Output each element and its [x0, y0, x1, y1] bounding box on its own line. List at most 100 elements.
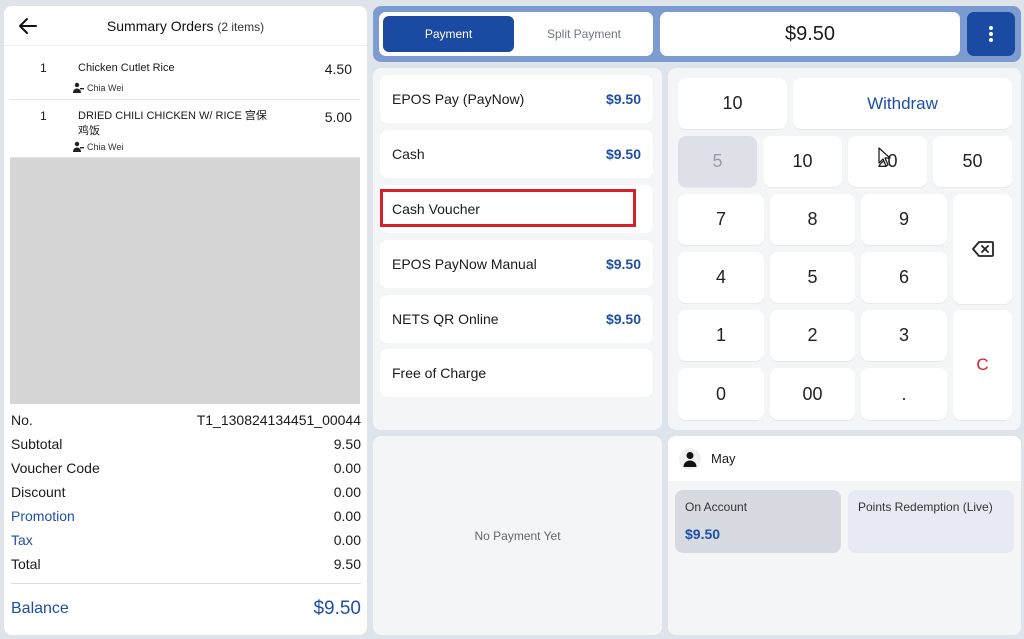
customer-panel: May On Account $9.50 Points Redemption (… — [668, 436, 1021, 635]
row-order-no: No. T1_130824134451_00044 — [11, 408, 361, 432]
row-label: Total — [11, 556, 41, 572]
row-label: No. — [11, 412, 33, 428]
row-voucher-code: Voucher Code 0.00 — [11, 456, 361, 480]
row-value: 9.50 — [333, 556, 361, 572]
summary-totals: No. T1_130824134451_00044 Subtotal 9.50 Vo… — [11, 408, 361, 634]
method-label: EPOS Pay (PayNow) — [392, 91, 525, 107]
row-label: Subtotal — [11, 436, 63, 452]
quick-amount-10b-button[interactable]: 10 — [763, 136, 842, 187]
row-total: Total 9.50 — [11, 552, 361, 576]
method-amount: $9.50 — [605, 256, 641, 272]
key-6[interactable]: 6 — [861, 252, 947, 303]
balance-row: Balance $9.50 — [11, 584, 361, 634]
payment-methods-panel: EPOS Pay (PayNow) $9.50 Cash $9.50 Cash Vo… — [373, 68, 662, 430]
quick-amount-10-button[interactable]: 10 — [678, 78, 787, 129]
withdraw-button[interactable]: Withdraw — [793, 78, 1012, 129]
no-payment-text: No Payment Yet — [474, 528, 561, 543]
key-4[interactable]: 4 — [678, 252, 764, 303]
waiter-icon — [73, 82, 84, 93]
method-epos-pay-paynow[interactable]: EPOS Pay (PayNow) $9.50 — [380, 75, 653, 123]
tab-split-payment[interactable]: Split Payment — [519, 16, 649, 52]
method-nets-qr-online[interactable]: NETS QR Online $9.50 — [380, 295, 653, 343]
tab-payment[interactable]: Payment — [383, 16, 514, 52]
row-subtotal: Subtotal 9.50 — [11, 432, 361, 456]
row-label: Discount — [11, 484, 66, 500]
tax-link[interactable]: Tax — [11, 532, 33, 548]
payment-mode-toggle: Payment Split Payment — [379, 12, 653, 56]
row-value: 0.00 — [333, 508, 361, 524]
points-redemption-card[interactable]: Points Redemption (Live) — [848, 490, 1014, 553]
method-label: NETS QR Online — [392, 311, 499, 327]
on-account-card[interactable]: On Account $9.50 — [675, 490, 841, 553]
payments-list-panel: No Payment Yet — [373, 436, 662, 635]
method-amount: $9.50 — [605, 311, 641, 327]
order-list: 1 Chicken Cutlet Rice 4.50 Chia Wei 1 DR… — [10, 52, 360, 404]
balance-label: Balance — [11, 600, 69, 617]
balance-value: $9.50 — [313, 598, 361, 619]
method-label: Cash Voucher — [392, 201, 480, 217]
order-name: Chicken Cutlet Rice — [78, 62, 175, 74]
order-name: DRIED CHILI CHICKEN W/ RICE 宫保鸡饭 — [78, 110, 267, 137]
method-free-of-charge[interactable]: Free of Charge — [380, 349, 653, 397]
order-waiter-name: Chia Wei — [87, 141, 124, 152]
more-menu-button[interactable] — [967, 12, 1015, 56]
on-account-label: On Account — [685, 500, 748, 514]
order-price: 5.00 — [324, 109, 352, 125]
method-label: EPOS PayNow Manual — [392, 256, 537, 272]
customer-header[interactable]: May — [668, 436, 1021, 481]
summary-title: Summary Orders (2 items) — [4, 18, 367, 34]
on-account-value: $9.50 — [685, 526, 721, 542]
payment-topbar: Payment Split Payment $9.50 — [373, 6, 1021, 62]
points-redemption-label: Points Redemption (Live) — [858, 500, 993, 514]
quick-amount-20-button[interactable]: 20 — [848, 136, 927, 187]
customer-name: May — [711, 451, 736, 466]
key-00[interactable]: 00 — [770, 368, 855, 420]
summary-item-count: (2 items) — [217, 19, 265, 34]
row-value: 0.00 — [333, 484, 361, 500]
row-value: 0.00 — [333, 460, 361, 476]
method-amount: $9.50 — [605, 146, 641, 162]
method-label: Cash — [392, 146, 425, 162]
order-item[interactable]: 1 DRIED CHILI CHICKEN W/ RICE 宫保鸡饭 5.00 … — [10, 100, 360, 158]
order-waiter: Chia Wei — [72, 141, 123, 152]
key-2[interactable]: 2 — [770, 310, 855, 361]
user-icon — [683, 451, 697, 467]
key-0[interactable]: 0 — [678, 368, 764, 420]
quick-amount-5-button[interactable]: 5 — [678, 136, 757, 187]
back-button[interactable] — [16, 14, 40, 38]
order-waiter-name: Chia Wei — [87, 82, 124, 93]
key-1[interactable]: 1 — [678, 310, 764, 361]
method-amount: $9.50 — [605, 91, 641, 107]
clear-button[interactable]: C — [953, 310, 1012, 420]
avatar — [679, 447, 701, 470]
key-5[interactable]: 5 — [770, 252, 855, 303]
waiter-icon — [73, 141, 84, 152]
promotion-link[interactable]: Promotion — [11, 508, 75, 524]
order-waiter: Chia Wei — [72, 82, 123, 93]
row-value: T1_130824134451_00044 — [196, 412, 361, 428]
key-9[interactable]: 9 — [861, 194, 947, 245]
row-value: 9.50 — [333, 436, 361, 452]
backspace-icon — [971, 241, 994, 257]
method-epos-paynow-manual[interactable]: EPOS PayNow Manual $9.50 — [380, 240, 653, 288]
order-item[interactable]: 1 Chicken Cutlet Rice 4.50 Chia Wei — [10, 52, 360, 100]
key-7[interactable]: 7 — [678, 194, 764, 245]
row-value: 0.00 — [333, 532, 361, 548]
payment-amount-display[interactable]: $9.50 — [660, 12, 960, 56]
key-8[interactable]: 8 — [770, 194, 855, 245]
order-price: 4.50 — [324, 61, 352, 77]
row-tax[interactable]: Tax 0.00 — [11, 528, 361, 552]
backspace-button[interactable] — [953, 194, 1012, 304]
row-label: Voucher Code — [11, 460, 100, 476]
key-decimal[interactable]: . — [861, 368, 947, 420]
arrow-left-icon — [19, 18, 37, 34]
row-discount: Discount 0.00 — [11, 480, 361, 504]
method-cash[interactable]: Cash $9.50 — [380, 130, 653, 178]
key-3[interactable]: 3 — [861, 310, 947, 361]
summary-title-text: Summary Orders — [106, 17, 214, 34]
quick-amount-50-button[interactable]: 50 — [933, 136, 1012, 187]
row-promotion[interactable]: Promotion 0.00 — [11, 504, 361, 528]
order-qty: 1 — [40, 109, 47, 123]
method-cash-voucher[interactable]: Cash Voucher — [380, 185, 653, 233]
order-summary-panel: Summary Orders (2 items) 1 Chicken Cutle… — [4, 6, 367, 635]
